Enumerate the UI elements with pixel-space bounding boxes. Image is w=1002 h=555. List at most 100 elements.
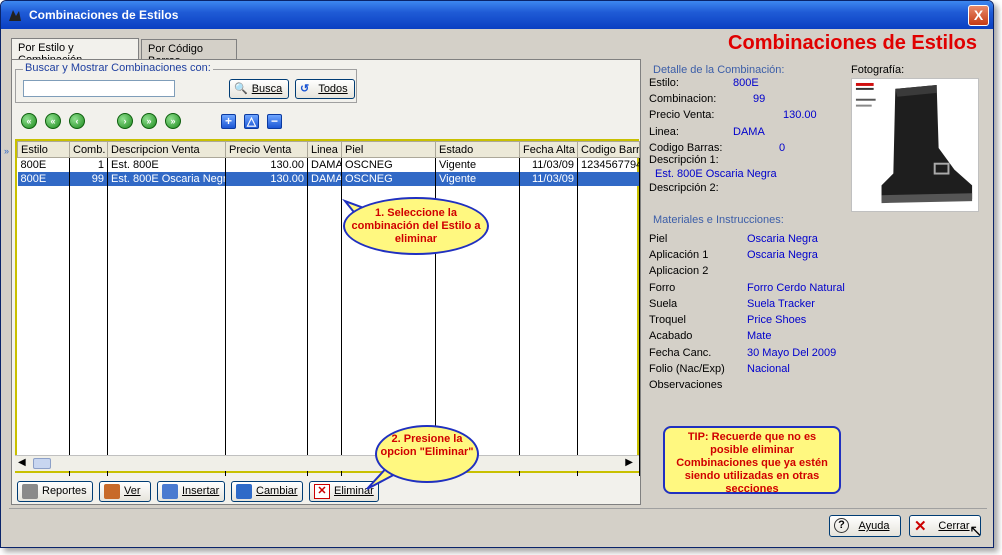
next-page-icon[interactable]: » [141, 113, 157, 129]
mat-label-fecha-canc: Fecha Canc. [649, 347, 712, 359]
mat-value-acabado: Mate [747, 330, 772, 342]
move-up-icon[interactable]: △ [244, 114, 259, 129]
mat-label-piel: Piel [649, 233, 668, 245]
mouse-cursor-icon: ↖ [969, 523, 983, 540]
cell-comb: 99 [69, 171, 108, 186]
window-title: Combinaciones de Estilos [29, 8, 179, 22]
cell-desc: Est. 800E Oscaria Negra [107, 171, 226, 186]
delete-icon: ✕ [314, 484, 330, 499]
reportes-button[interactable]: Reportes [17, 481, 93, 502]
product-photo [851, 78, 979, 212]
refresh-icon: ↺ [300, 83, 310, 95]
footer-divider [9, 508, 987, 509]
last-record-icon[interactable]: » [165, 113, 181, 129]
col-precio[interactable]: Precio Venta [225, 141, 308, 158]
cell-precio: 130.00 [225, 171, 308, 186]
boot-image [855, 82, 973, 204]
cell-codigo [577, 171, 640, 186]
col-piel[interactable]: Piel [341, 141, 436, 158]
mat-value-troquel: Price Shoes [747, 314, 807, 326]
estilo-label: Estilo: [649, 77, 679, 89]
mat-value-suela: Suela Tracker [747, 298, 815, 310]
cell-piel: OSCNEG [341, 157, 436, 172]
precio-label: Precio Venta: [649, 109, 715, 121]
col-comb[interactable]: Comb. [69, 141, 108, 158]
detail-section-label: Detalle de la Combinación: [653, 64, 785, 76]
mat-value-fecha-canc: 30 Mayo Del 2009 [747, 347, 837, 359]
next-record-icon[interactable]: › [117, 113, 133, 129]
edit-icon [236, 484, 252, 499]
col-descripcion[interactable]: Descripcion Venta [107, 141, 226, 158]
mat-value-aplicacion1: Oscaria Negra [747, 249, 818, 261]
cell-estilo: 800E [17, 157, 70, 172]
mat-value-forro: Forro Cerdo Natural [747, 282, 845, 294]
mat-label-aplicacion1: Aplicación 1 [649, 249, 709, 261]
cambiar-button[interactable]: Cambiar [231, 481, 303, 502]
cell-fecha: 11/03/09 [519, 171, 578, 186]
mat-label-folio: Folio (Nac/Exp) [649, 363, 725, 375]
empty-grid-area [17, 185, 640, 476]
todos-button[interactable]: ↺ Todos [295, 79, 355, 99]
table-row-selected[interactable]: 800E 99 Est. 800E Oscaria Negra 130.00 D… [17, 171, 640, 186]
codigo-value: 0 [779, 142, 786, 154]
close-icon: ✕ [914, 518, 927, 535]
scroll-left-icon[interactable]: ◀ [18, 457, 26, 468]
printer-icon [22, 484, 38, 499]
magnifier-icon: 🔍 [234, 83, 248, 95]
tip-note: TIP: Recuerde que no es posible eliminar… [663, 426, 841, 495]
title-bar: Combinaciones de Estilos X [1, 1, 993, 29]
mat-value-piel: Oscaria Negra [747, 233, 818, 245]
mat-value-folio: Nacional [747, 363, 790, 375]
col-fecha[interactable]: Fecha Alta [519, 141, 578, 158]
horizontal-scrollbar[interactable]: ◀ ▶ [15, 455, 639, 471]
busca-button[interactable]: 🔍 Busca [229, 79, 289, 99]
grid-header: Estilo Comb. Descripcion Venta Precio Ve… [17, 141, 640, 158]
linea-label: Linea: [649, 126, 679, 138]
col-estilo[interactable]: Estilo [17, 141, 70, 158]
ayuda-button[interactable]: ? Ayuda [829, 515, 901, 537]
foto-label: Fotografía: [851, 64, 905, 76]
col-estado[interactable]: Estado [435, 141, 520, 158]
mat-label-troquel: Troquel [649, 314, 686, 326]
search-input[interactable] [23, 80, 175, 97]
cell-linea: DAMA [307, 157, 342, 172]
table-row[interactable]: 800E 1 Est. 800E 130.00 DAMA OSCNEG Vige… [17, 157, 640, 172]
mat-label-aplicacion2: Aplicacion 2 [649, 265, 709, 277]
scroll-right-icon[interactable]: ▶ [625, 457, 633, 468]
scroll-thumb[interactable] [33, 458, 51, 469]
page-title: Combinaciones de Estilos [728, 32, 977, 54]
ver-button[interactable]: Ver [99, 481, 151, 502]
desc2-label: Descripción 2: [649, 182, 719, 194]
estilo-value: 800E [733, 77, 759, 89]
prev-record-icon[interactable]: ‹ [69, 113, 85, 129]
close-window-button[interactable]: X [968, 5, 989, 26]
main-window: Combinaciones de Estilos X Combinaciones… [0, 0, 994, 548]
tab-por-codigo[interactable]: Por Código Barras [141, 39, 237, 67]
col-linea[interactable]: Linea [307, 141, 342, 158]
materials-section-label: Materiales e Instrucciones: [653, 214, 784, 226]
search-group-label: Buscar y Mostrar Combinaciones con: [23, 62, 213, 74]
precio-value: 130.00 [783, 109, 817, 121]
add-row-icon[interactable]: + [221, 114, 236, 129]
view-icon [104, 484, 120, 499]
mat-label-observaciones: Observaciones [649, 379, 723, 391]
insertar-button[interactable]: Insertar [157, 481, 225, 502]
mat-label-acabado: Acabado [649, 330, 693, 342]
col-codigo[interactable]: Codigo Barr [577, 141, 640, 158]
combinacion-label: Combinacion: [649, 93, 717, 105]
combinations-grid: Estilo Comb. Descripcion Venta Precio Ve… [15, 139, 640, 476]
mat-label-forro: Forro [649, 282, 676, 294]
cell-fecha: 11/03/09 [519, 157, 578, 172]
cell-comb: 1 [69, 157, 108, 172]
linea-value: DAMA [733, 126, 765, 138]
insert-icon [162, 484, 178, 499]
cell-estilo: 800E [17, 171, 70, 186]
callout-step1: 1. Seleccione la combinación del Estilo … [343, 197, 489, 255]
row-indicator-icon: » [4, 146, 10, 156]
first-record-icon[interactable]: « [21, 113, 37, 129]
callout-step2: 2. Presione la opcion "Eliminar" [375, 425, 479, 483]
tab-por-estilo[interactable]: Por Estilo y Combinación [11, 38, 139, 66]
remove-row-icon[interactable]: − [267, 114, 282, 129]
prev-page-icon[interactable]: « [45, 113, 61, 129]
help-icon: ? [834, 518, 849, 533]
